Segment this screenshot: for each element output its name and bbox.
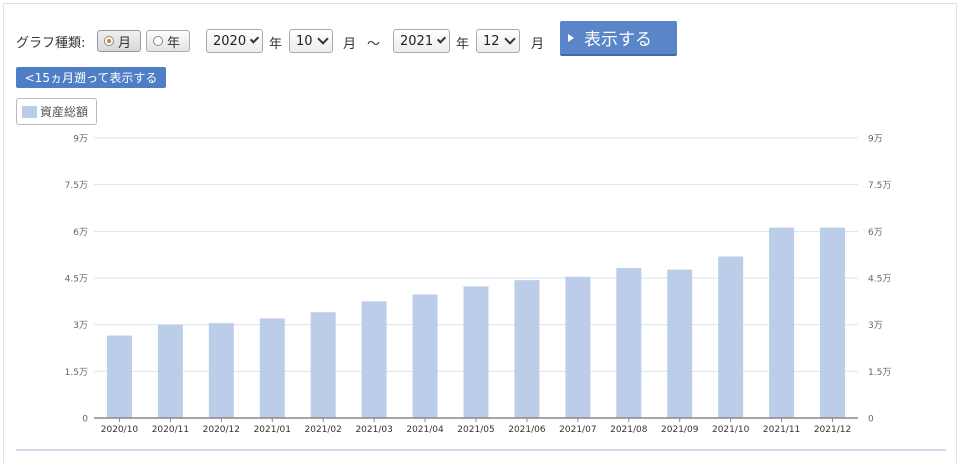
x-tick-label: 2021/07 [559,425,596,435]
y-tick-label-right: 0 [868,415,874,425]
chart-bar [514,280,540,418]
chart-bar [361,301,387,418]
x-tick-label: 2021/08 [610,425,648,435]
y-tick-label-left: 3万 [73,321,88,331]
y-tick-label-left: 7.5万 [65,181,88,191]
y-tick-label-right: 3万 [868,321,883,331]
chart-bar [820,227,846,418]
x-tick-label: 2020/10 [101,425,139,435]
y-tick-label-right: 9万 [868,135,883,145]
y-tick-label-left: 4.5万 [65,275,88,285]
chart-bar [565,276,591,418]
chart-bar [157,324,183,418]
bottom-divider [16,449,946,451]
x-tick-label: 2021/09 [661,425,699,435]
x-tick-label: 2021/01 [254,425,291,435]
chart-bar [667,269,693,418]
x-tick-label: 2021/10 [712,425,750,435]
chart-bar [463,286,489,418]
chart-bar [208,323,234,418]
y-tick-label-left: 6万 [73,228,88,238]
y-tick-label-left: 9万 [73,135,88,145]
y-tick-label-right: 7.5万 [868,181,891,191]
y-tick-label-right: 4.5万 [868,275,891,285]
chart-bar [616,268,642,418]
y-tick-label-left: 0 [82,415,88,425]
y-tick-label-right: 1.5万 [868,368,891,378]
bar-chart: 0 0 1.5万 1.5万 3万 3万 4.5万 4.5万 6万 6万 7.5万 7.5万 9万 9万 20… [65,135,892,436]
chart-bar [259,318,285,418]
y-tick-label-left: 1.5万 [65,368,88,378]
chart-bar [769,227,795,418]
x-tick-label: 2021/12 [814,425,851,435]
x-tick-label: 2020/11 [152,425,189,435]
x-tick-label: 2021/05 [457,425,494,435]
x-tick-label: 2021/03 [355,425,392,435]
chart-bar [412,294,438,418]
chart-bar [106,335,132,418]
chart-bar [718,256,744,418]
x-tick-label: 2021/06 [508,425,546,435]
x-tick-label: 2020/12 [203,425,240,435]
x-tick-label: 2021/04 [406,425,444,435]
y-tick-label-right: 6万 [868,228,883,238]
chart-bar [310,312,336,418]
x-tick-label: 2021/02 [305,425,342,435]
x-tick-label: 2021/11 [763,425,800,435]
